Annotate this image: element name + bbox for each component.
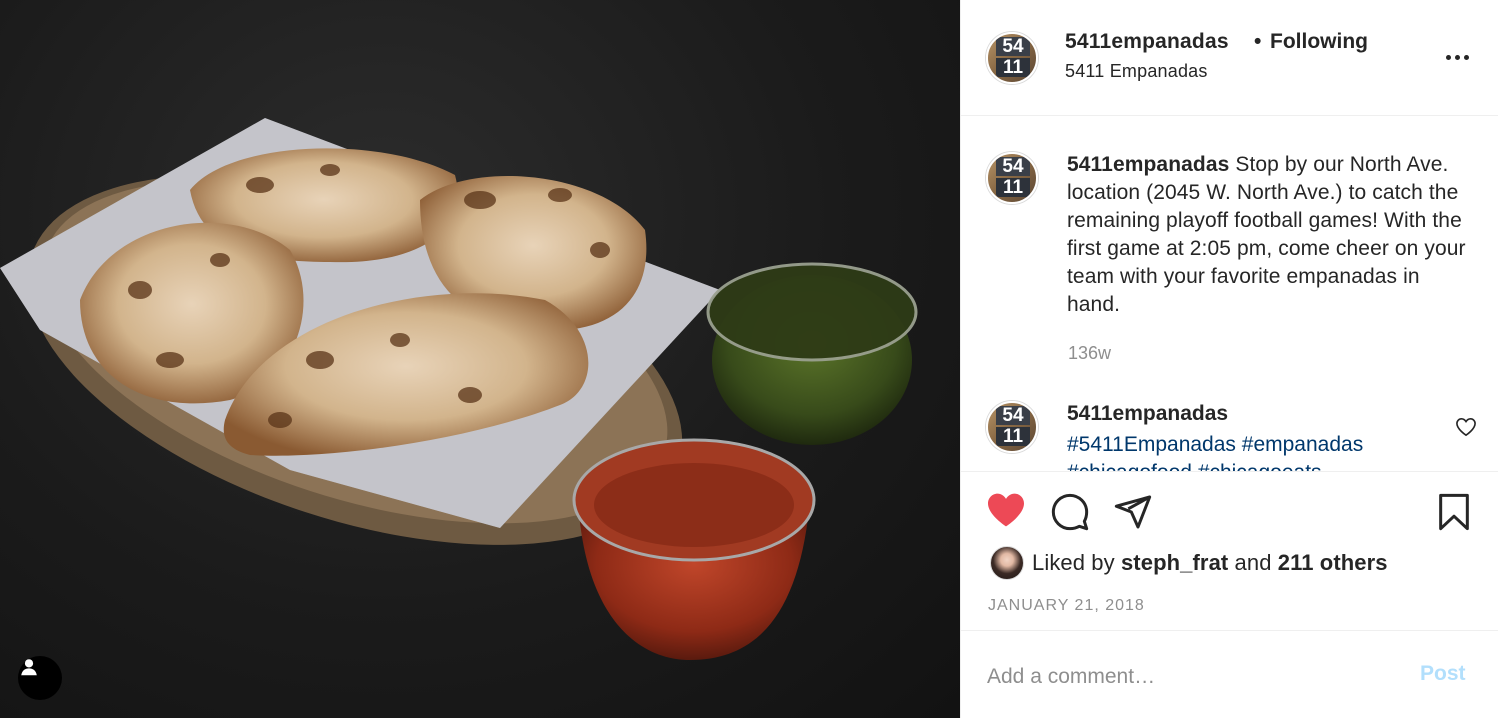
bookmark-icon [1439, 493, 1469, 531]
like-button[interactable] [986, 492, 1026, 533]
hashtag-link[interactable]: #5411Empanadas [1067, 433, 1236, 456]
avatar-text-bottom: 11 [996, 58, 1030, 77]
username-link[interactable]: 5411empanadas [1065, 30, 1229, 54]
tagged-users-button[interactable] [18, 656, 62, 700]
post-actions: Liked by steph_frat and 211 others JANUA… [961, 471, 1498, 631]
heart-filled-icon [988, 493, 1024, 527]
share-icon [1114, 495, 1152, 529]
add-comment-input[interactable] [987, 662, 1397, 692]
comment-avatar[interactable]: 54 11 [986, 401, 1038, 453]
share-button[interactable] [1113, 492, 1153, 537]
more-dot [1464, 55, 1469, 60]
comments-list[interactable]: 54 11 5411empanadas Stop by our North Av… [961, 117, 1498, 471]
avatar-text-top: 54 [996, 37, 1030, 56]
post-header: 54 11 5411empanadas • Following 5411 Emp… [961, 0, 1498, 116]
liker-avatar[interactable] [990, 546, 1024, 580]
likes-prefix: Liked by [1032, 550, 1115, 575]
person-icon [21, 659, 37, 676]
more-horizontal-icon [1446, 55, 1451, 60]
avatar-text-bottom: 11 [996, 427, 1030, 446]
comment-button[interactable] [1050, 492, 1090, 537]
avatar[interactable]: 54 11 [986, 32, 1038, 84]
comment-username[interactable]: 5411empanadas [1067, 402, 1228, 426]
caption-text: Stop by our North Ave. location (2045 W.… [1067, 153, 1466, 316]
avatar-text-bottom: 11 [996, 178, 1030, 197]
post-photo[interactable] [0, 0, 960, 718]
following-button[interactable]: Following [1270, 30, 1368, 54]
hashtag-link[interactable]: #empanadas [1242, 433, 1363, 456]
avatar-text-top: 54 [996, 157, 1030, 176]
more-options-button[interactable] [1441, 40, 1475, 74]
empanadas-photo [0, 118, 918, 660]
post-comment-button[interactable]: Post [1420, 662, 1466, 686]
location-subtitle[interactable]: 5411 Empanadas [1065, 61, 1208, 82]
post-date[interactable]: JANUARY 21, 2018 [988, 597, 1145, 615]
heart-outline-icon [1456, 417, 1476, 437]
caption: 5411empanadas Stop by our North Ave. loc… [1067, 151, 1467, 319]
separator-dot: • [1254, 30, 1262, 53]
comment-hashtags-overflow[interactable]: #chicagofood #chicagoeats [1067, 459, 1322, 471]
caption-timestamp[interactable]: 136w [1068, 343, 1111, 364]
likes-and: and [1234, 550, 1272, 575]
comment-icon [1051, 493, 1089, 531]
comment-like-button[interactable] [1455, 417, 1477, 442]
caption-avatar[interactable]: 54 11 [986, 152, 1038, 204]
liker-username[interactable]: steph_frat [1121, 550, 1228, 575]
save-button[interactable] [1434, 492, 1474, 537]
caption-username[interactable]: 5411empanadas [1067, 153, 1229, 176]
comment-hashtags: #5411Empanadas #empanadas [1067, 431, 1427, 459]
likes-others-link[interactable]: 211 others [1278, 550, 1388, 575]
avatar-text-top: 54 [996, 406, 1030, 425]
more-dot [1455, 55, 1460, 60]
likes-summary: Liked by steph_frat and 211 others [1032, 550, 1388, 576]
post-sidebar: 54 11 5411empanadas • Following 5411 Emp… [960, 0, 1498, 718]
